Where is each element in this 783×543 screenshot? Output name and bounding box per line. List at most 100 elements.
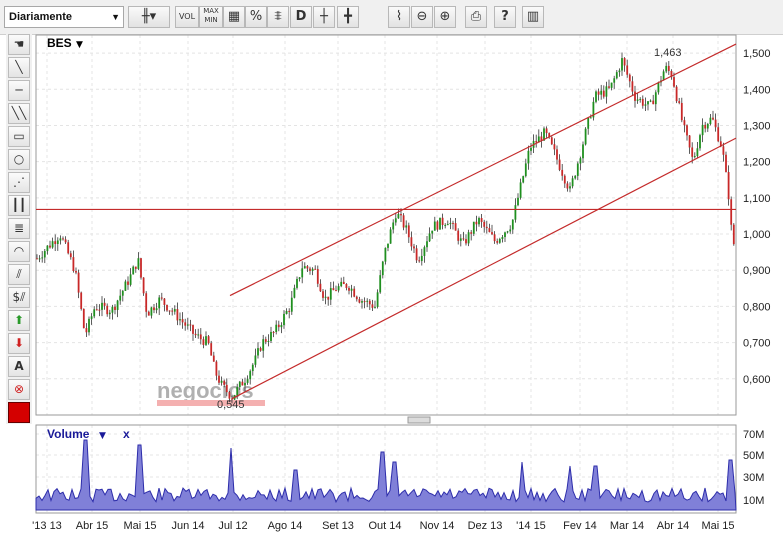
candle-body: [501, 237, 504, 239]
candle-body: [316, 269, 319, 284]
candle-body: [257, 348, 259, 356]
candle-body: [163, 298, 166, 305]
candle-body: [179, 319, 181, 321]
candle-body: [267, 340, 270, 342]
candle-body: [433, 221, 436, 231]
volume-close-icon[interactable]: x: [123, 427, 130, 441]
candle-body: [259, 348, 262, 351]
x-tick-label: Mai 15: [123, 520, 156, 532]
candle-body: [145, 293, 148, 312]
candle-body: [667, 65, 670, 72]
candle-body: [46, 245, 49, 252]
candle-body: [511, 219, 514, 230]
candle-body: [449, 222, 452, 225]
candle-body: [142, 277, 145, 294]
candle-body: [43, 251, 46, 258]
candle-body: [262, 339, 265, 351]
watermark: negocios: [157, 378, 265, 406]
candle-body: [220, 380, 223, 383]
candle-body: [628, 74, 631, 82]
candle-body: [283, 313, 285, 326]
candle-body: [686, 125, 688, 136]
candle-body: [202, 339, 205, 345]
candle-body: [623, 58, 626, 66]
x-tick-label: Set 13: [322, 520, 354, 532]
candle-body: [600, 90, 603, 95]
candle-body: [392, 222, 395, 230]
candle-body: [480, 218, 483, 222]
candle-body: [275, 324, 278, 333]
candle-body: [394, 218, 397, 223]
candle-body: [712, 117, 714, 120]
candle-body: [550, 137, 553, 145]
symbol-dropdown-icon[interactable]: ▼: [76, 40, 83, 50]
trendlines: [36, 43, 737, 400]
candle-body: [186, 324, 189, 326]
candle-body: [184, 322, 187, 326]
candle-body: [134, 266, 137, 269]
candle-body: [88, 318, 90, 333]
candle-body: [311, 268, 314, 271]
candle-body: [485, 226, 488, 229]
candle-body: [277, 324, 280, 328]
candle-body: [371, 304, 374, 308]
price-chart[interactable]: negocios 1,500 1,400 1,300 1,200 1,100 1,000 0…: [0, 0, 783, 543]
candle-body: [420, 255, 423, 262]
candle-body: [454, 223, 457, 231]
candle-body: [51, 241, 54, 248]
candle-body: [696, 148, 699, 157]
candle-body: [290, 297, 293, 312]
candle-body: [137, 258, 140, 269]
candle-body: [103, 302, 106, 306]
volume-y-tick-label: 50M: [743, 450, 764, 462]
high-label: 1,463: [654, 47, 682, 59]
candle-body: [647, 101, 649, 105]
candle-body: [218, 375, 220, 383]
candle-body: [727, 172, 730, 200]
candle-body: [155, 308, 158, 311]
candle-body: [654, 92, 657, 105]
candle-body: [693, 156, 696, 158]
candle-body: [337, 286, 340, 291]
candle-body: [374, 306, 376, 308]
candle-body: [56, 240, 59, 244]
candle-body: [306, 266, 309, 269]
x-axis-labels: '13 13 Abr 15 Mai 15 Jun 14 Jul 12 Ago 14 Set …: [32, 520, 734, 532]
candle-body: [332, 288, 335, 291]
candle-body: [95, 309, 98, 311]
candle-body: [166, 304, 168, 311]
candle-body: [524, 163, 527, 177]
candle-body: [717, 127, 720, 142]
y-tick-label: 0,700: [743, 338, 771, 350]
candle-body: [665, 65, 668, 72]
candle-body: [246, 379, 249, 383]
candle-body: [509, 229, 512, 232]
y-tick-label: 0,600: [743, 374, 771, 386]
candle-body: [67, 242, 70, 254]
x-tick-label: Dez 13: [468, 520, 503, 532]
candle-body: [678, 101, 681, 103]
candle-body: [54, 241, 57, 244]
candle-body: [49, 245, 51, 248]
symbol-label[interactable]: BES: [47, 36, 72, 50]
candle-body: [439, 217, 441, 230]
candle-body: [77, 272, 80, 293]
candle-body: [108, 312, 111, 315]
volume-dropdown-icon[interactable]: ▼: [99, 431, 106, 441]
candle-body: [467, 232, 470, 244]
candle-body: [64, 239, 67, 243]
candle-body: [116, 300, 119, 310]
candle-body: [498, 238, 501, 243]
main-chart-frame: [35, 34, 737, 416]
candle-body: [714, 119, 717, 128]
candle-body: [483, 221, 486, 227]
candle-body: [514, 205, 517, 220]
candle-body: [610, 82, 613, 88]
candle-body: [210, 343, 213, 356]
candle-body: [407, 225, 410, 238]
candle-body: [683, 120, 686, 126]
candle-body: [309, 268, 311, 271]
splitter-handle[interactable]: [407, 416, 431, 424]
candle-body: [472, 221, 475, 234]
candle-body: [363, 301, 366, 303]
